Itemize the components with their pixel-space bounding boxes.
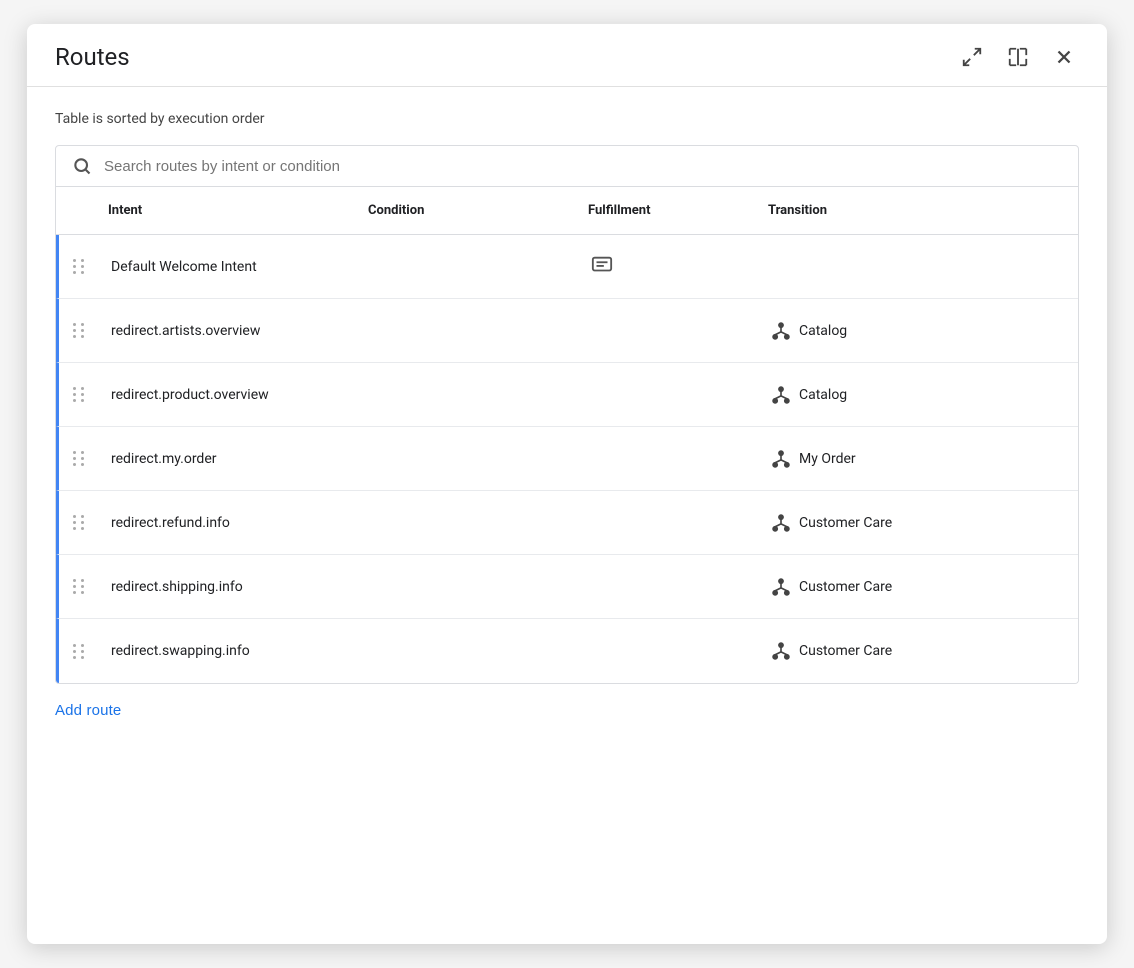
expand-button[interactable] bbox=[957, 42, 987, 72]
dialog-body: Table is sorted by execution order Inten… bbox=[27, 87, 1107, 944]
routes-dialog: Routes bbox=[27, 24, 1107, 944]
routes-table: Intent Condition Fulfillment Transition … bbox=[55, 187, 1079, 684]
intent-cell: redirect.shipping.info bbox=[99, 569, 359, 605]
fulfillment-cell bbox=[579, 385, 759, 405]
fulfillment-cell bbox=[579, 244, 759, 290]
table-row[interactable]: Default Welcome Intent bbox=[56, 235, 1078, 299]
condition-cell bbox=[359, 577, 579, 597]
condition-cell bbox=[359, 385, 579, 405]
drag-handle[interactable] bbox=[59, 251, 99, 282]
col-transition: Transition bbox=[756, 197, 1078, 224]
branch-icon bbox=[771, 641, 791, 661]
drag-handle[interactable] bbox=[59, 636, 99, 667]
intent-cell: Default Welcome Intent bbox=[99, 249, 359, 285]
condition-cell bbox=[359, 641, 579, 661]
table-row[interactable]: redirect.shipping.info Customer Care bbox=[56, 555, 1078, 619]
add-route-button[interactable]: Add route bbox=[55, 684, 1079, 743]
expand-icon bbox=[961, 46, 983, 68]
col-drag bbox=[56, 197, 96, 224]
fulfillment-cell bbox=[579, 449, 759, 469]
table-header: Intent Condition Fulfillment Transition bbox=[56, 187, 1078, 235]
transition-label: Catalog bbox=[799, 387, 847, 403]
intent-cell: redirect.swapping.info bbox=[99, 633, 359, 669]
split-button[interactable] bbox=[1003, 42, 1033, 72]
table-row[interactable]: redirect.my.order My Order bbox=[56, 427, 1078, 491]
transition-label: Customer Care bbox=[799, 579, 892, 595]
sort-label: Table is sorted by execution order bbox=[55, 111, 1079, 127]
drag-handle[interactable] bbox=[59, 443, 99, 474]
intent-cell: redirect.refund.info bbox=[99, 505, 359, 541]
search-icon bbox=[72, 156, 92, 176]
header-actions bbox=[957, 42, 1079, 72]
dialog-header: Routes bbox=[27, 24, 1107, 87]
transition-label: My Order bbox=[799, 451, 856, 467]
transition-cell: Customer Care bbox=[759, 631, 1078, 671]
col-fulfillment: Fulfillment bbox=[576, 197, 756, 224]
dialog-title: Routes bbox=[55, 43, 130, 71]
intent-cell: redirect.my.order bbox=[99, 441, 359, 477]
branch-icon bbox=[771, 449, 791, 469]
close-button[interactable] bbox=[1049, 42, 1079, 72]
condition-cell bbox=[359, 513, 579, 533]
drag-handle[interactable] bbox=[59, 571, 99, 602]
transition-cell: My Order bbox=[759, 439, 1078, 479]
intent-cell: redirect.product.overview bbox=[99, 377, 359, 413]
fulfillment-cell bbox=[579, 577, 759, 597]
fulfillment-cell bbox=[579, 321, 759, 341]
branch-icon bbox=[771, 577, 791, 597]
col-intent: Intent bbox=[96, 197, 356, 224]
transition-label: Customer Care bbox=[799, 643, 892, 659]
transition-cell: Customer Care bbox=[759, 567, 1078, 607]
search-bar bbox=[55, 145, 1079, 187]
fulfillment-cell bbox=[579, 641, 759, 661]
transition-cell: Customer Care bbox=[759, 503, 1078, 543]
fulfillment-cell bbox=[579, 513, 759, 533]
table-row[interactable]: redirect.swapping.info Customer Care bbox=[56, 619, 1078, 683]
transition-label: Customer Care bbox=[799, 515, 892, 531]
search-input[interactable] bbox=[104, 158, 1062, 175]
intent-cell: redirect.artists.overview bbox=[99, 313, 359, 349]
branch-icon bbox=[771, 321, 791, 341]
table-row[interactable]: redirect.refund.info Customer Care bbox=[56, 491, 1078, 555]
drag-handle[interactable] bbox=[59, 315, 99, 346]
condition-cell bbox=[359, 257, 579, 277]
condition-cell bbox=[359, 449, 579, 469]
col-condition: Condition bbox=[356, 197, 576, 224]
condition-cell bbox=[359, 321, 579, 341]
drag-handle[interactable] bbox=[59, 379, 99, 410]
transition-label: Catalog bbox=[799, 323, 847, 339]
branch-icon bbox=[771, 513, 791, 533]
transition-cell bbox=[759, 257, 1078, 277]
drag-handle[interactable] bbox=[59, 507, 99, 538]
split-icon bbox=[1007, 46, 1029, 68]
table-rows-container: Default Welcome Intent redirect.artists.… bbox=[56, 235, 1078, 683]
branch-icon bbox=[771, 385, 791, 405]
transition-cell: Catalog bbox=[759, 311, 1078, 351]
table-row[interactable]: redirect.product.overview Catalog bbox=[56, 363, 1078, 427]
message-icon bbox=[591, 254, 613, 280]
transition-cell: Catalog bbox=[759, 375, 1078, 415]
close-icon bbox=[1053, 46, 1075, 68]
table-row[interactable]: redirect.artists.overview Catalog bbox=[56, 299, 1078, 363]
